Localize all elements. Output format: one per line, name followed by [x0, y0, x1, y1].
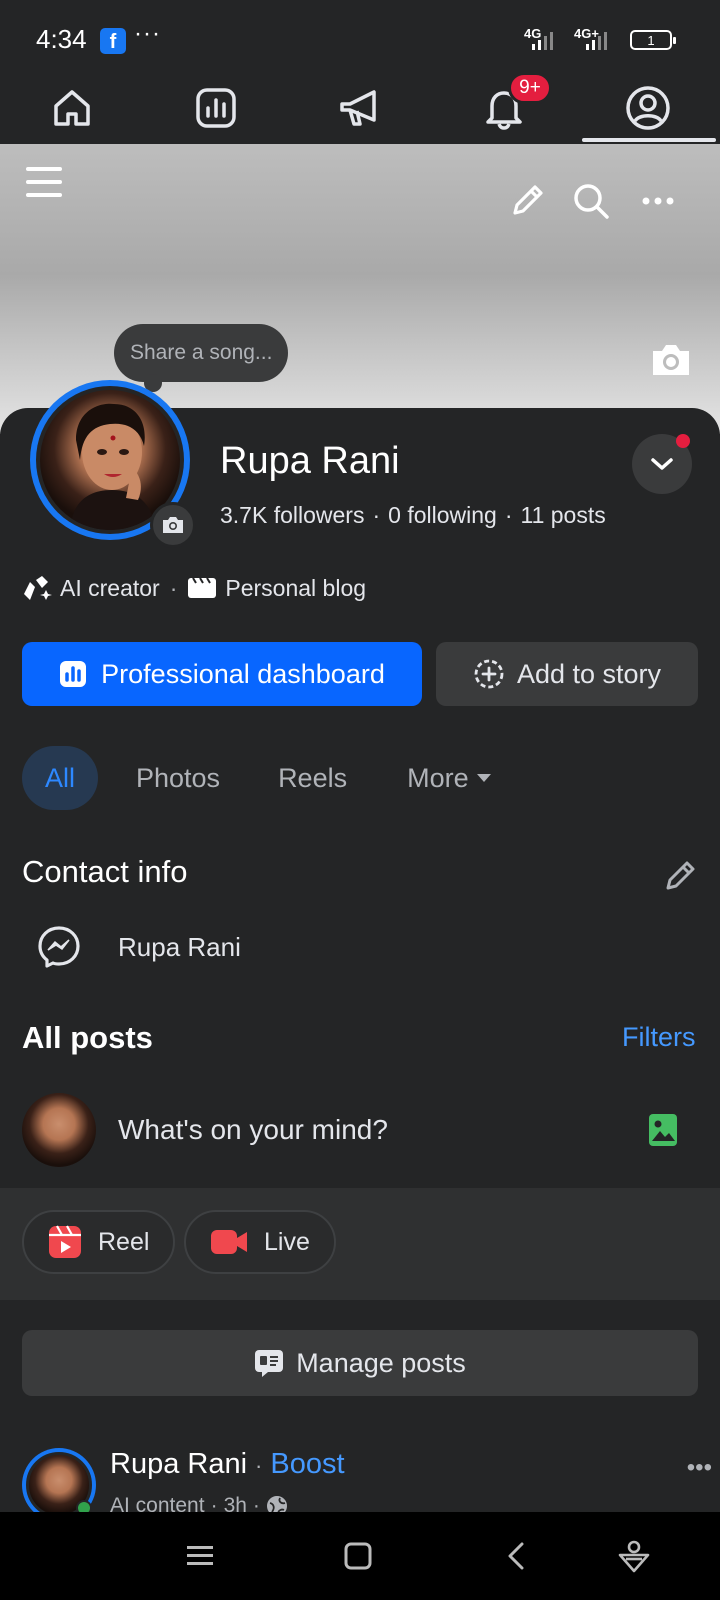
status-more-icon: ··· [134, 20, 161, 47]
profile-name: Rupa Rani [220, 440, 400, 482]
caret-down-icon [476, 774, 491, 782]
post-author-name[interactable]: Rupa Rani [110, 1448, 247, 1480]
system-navigation-bar [0, 1512, 720, 1600]
contact-info-title: Contact info [22, 854, 188, 889]
professional-dashboard-label: Professional dashboard [101, 658, 385, 689]
composer-placeholder[interactable]: What's on your mind? [118, 1114, 648, 1146]
messenger-name: Rupa Rani [118, 931, 241, 962]
profile-tags: AI creator · Personal blog [22, 574, 366, 602]
megaphone-icon[interactable] [330, 80, 390, 136]
add-to-story-label: Add to story [516, 658, 662, 689]
add-story-icon [474, 659, 504, 689]
filters-link[interactable]: Filters [622, 1022, 696, 1053]
tab-more[interactable]: More [407, 746, 493, 810]
profile-icon[interactable] [618, 80, 678, 136]
manage-posts-label: Manage posts [296, 1347, 466, 1378]
manage-posts-button[interactable]: Manage posts [22, 1330, 698, 1396]
signal-icon [532, 30, 553, 50]
post-more-icon[interactable]: ••• [687, 1454, 712, 1482]
menu-icon[interactable] [22, 162, 66, 202]
top-navigation: 9+ [0, 70, 720, 144]
live-video-icon [211, 1230, 247, 1254]
edit-contact-icon[interactable] [660, 856, 700, 896]
dashboard-icon [60, 661, 87, 687]
following-count[interactable]: 0 following [388, 502, 497, 528]
edit-icon[interactable] [506, 180, 548, 222]
professional-dashboard-button[interactable]: Professional dashboard [22, 642, 422, 706]
stats-separator: · [372, 502, 381, 528]
status-bar: 4:34 f ··· 4G 4G+ 1 [0, 0, 720, 70]
reel-label: Reel [98, 1227, 150, 1256]
boost-link[interactable]: Boost [270, 1448, 344, 1480]
stats-separator: · [504, 502, 513, 528]
recent-apps-icon[interactable] [178, 1534, 222, 1578]
add-to-story-button[interactable]: Add to story [436, 642, 698, 706]
battery-icon: 1 [630, 30, 676, 50]
post-composer[interactable]: What's on your mind? [22, 1092, 698, 1168]
home-icon[interactable] [42, 80, 102, 136]
all-posts-title: All posts [22, 1020, 153, 1055]
post-author-line: Rupa Rani · Boost [110, 1448, 345, 1481]
messenger-icon [38, 926, 80, 968]
followers-count[interactable]: 3.7K followers [220, 502, 364, 528]
blog-icon [188, 577, 217, 598]
tab-reels[interactable]: Reels [278, 746, 347, 810]
tab-photos[interactable]: Photos [136, 746, 220, 810]
assistant-icon[interactable] [612, 1534, 656, 1578]
manage-posts-icon [255, 1350, 284, 1377]
dropdown-notification-dot [676, 434, 690, 448]
reel-icon [49, 1225, 81, 1258]
tab-all[interactable]: All [22, 746, 98, 810]
search-icon[interactable] [570, 180, 612, 222]
tag-ai-creator: AI creator [60, 574, 160, 601]
post-dot: · [255, 1453, 263, 1478]
photo-icon[interactable] [648, 1113, 678, 1147]
profile-stats: 3.7K followers · 0 following · 11 posts [220, 502, 606, 529]
profile-tabs: All Photos Reels More [22, 746, 493, 810]
status-time: 4:34 [36, 24, 87, 54]
avatar-camera-icon[interactable] [150, 502, 196, 548]
signal-icon-2 [586, 30, 607, 50]
notification-badge: 9+ [508, 72, 552, 104]
posts-count[interactable]: 11 posts [521, 502, 606, 528]
active-tab-indicator [582, 138, 716, 142]
create-actions-strip: Reel Live [0, 1188, 720, 1300]
messenger-contact-row[interactable]: Rupa Rani [36, 924, 241, 970]
more-icon[interactable] [636, 180, 680, 222]
share-song-bubble[interactable]: Share a song... [114, 324, 289, 392]
reel-button[interactable]: Reel [22, 1210, 176, 1274]
tag-separator: · [169, 574, 178, 601]
avatar [22, 1093, 96, 1167]
live-label: Live [264, 1227, 310, 1256]
camera-icon[interactable] [648, 340, 694, 380]
dashboard-icon[interactable] [186, 80, 246, 136]
tag-personal-blog: Personal blog [225, 574, 367, 601]
back-icon[interactable] [494, 1534, 538, 1578]
facebook-icon: f [100, 28, 126, 54]
home-button-icon[interactable] [336, 1534, 380, 1578]
live-button[interactable]: Live [184, 1210, 336, 1274]
ai-creator-icon [24, 576, 52, 600]
post-header: Rupa Rani · Boost AI content · 3h · ••• [22, 1448, 712, 1522]
